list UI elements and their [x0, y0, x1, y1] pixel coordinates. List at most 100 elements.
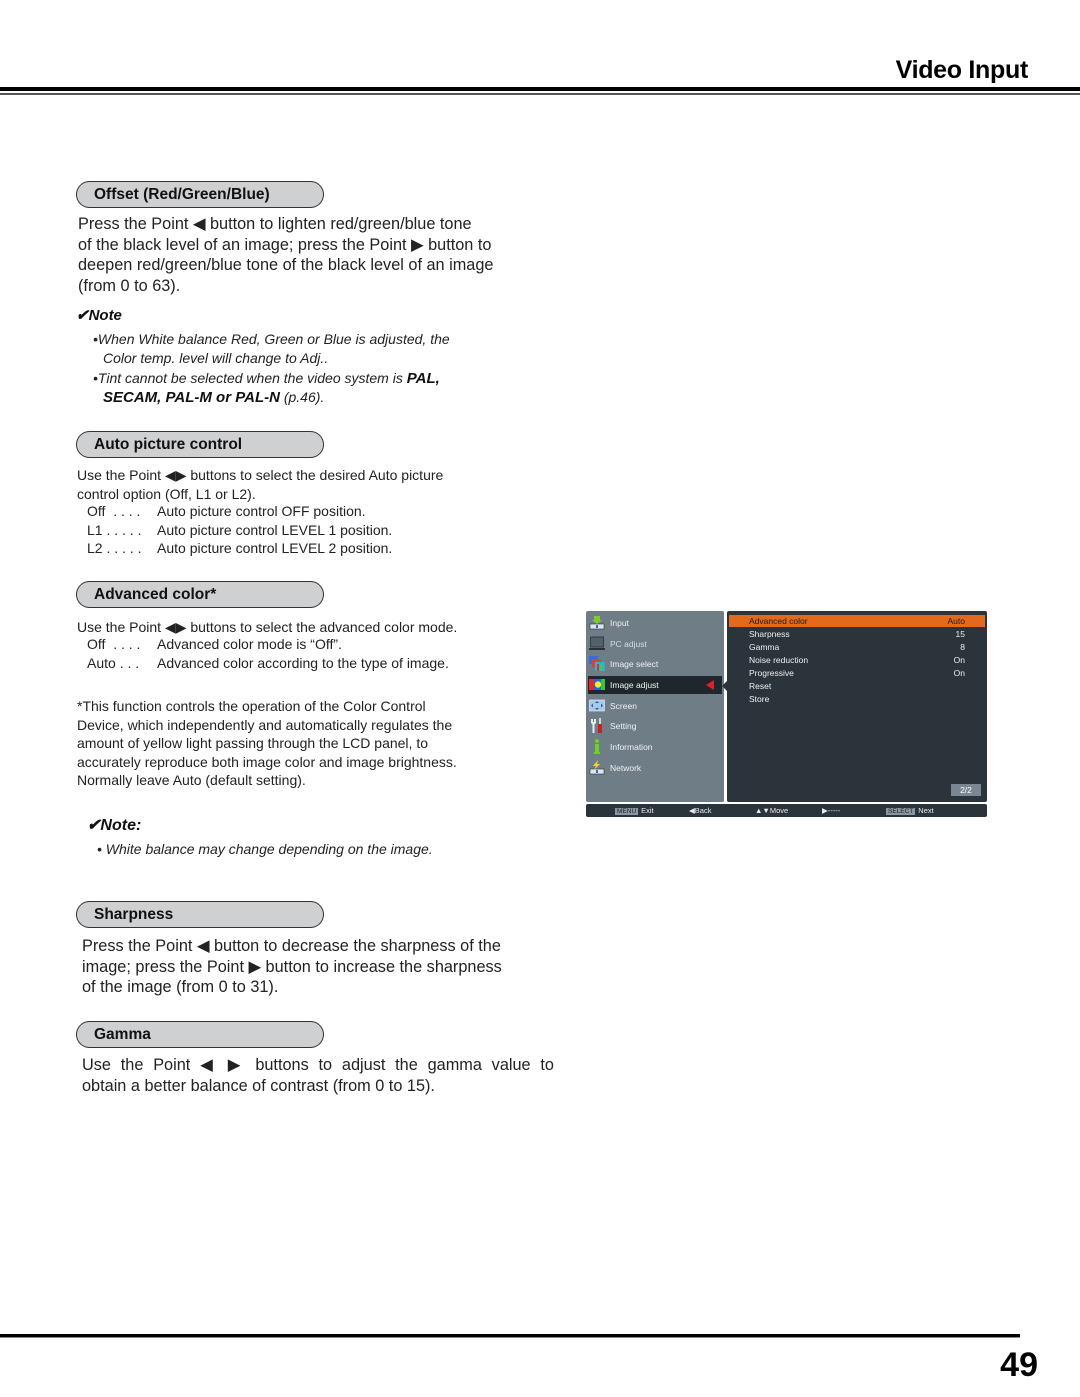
- osd-setting-advanced-color[interactable]: Advanced color Auto: [729, 615, 985, 627]
- osd-menu-label: Screen: [610, 701, 637, 711]
- note-label: ✔Note: [76, 307, 122, 324]
- menu-key-tag: MENU: [615, 808, 639, 815]
- note-item: • White balance may change depending on …: [97, 841, 433, 857]
- image-adjust-icon: [589, 679, 605, 690]
- section-heading-label: Sharpness: [94, 906, 174, 923]
- section-heading-label: Advanced color*: [94, 586, 217, 603]
- note-bold: PAL,: [406, 370, 440, 387]
- option-desc: Advanced color mode is “Off”.: [157, 636, 342, 652]
- osd-menu-item-image-adjust[interactable]: Image adjust: [588, 676, 722, 694]
- information-icon: [594, 739, 600, 754]
- osd-back-hint: ◀Back: [689, 806, 712, 815]
- footer-rule: [0, 1334, 1020, 1338]
- auto-picture-body: Use the Point ◀▶ buttons to select the d…: [77, 466, 443, 503]
- setting-name: Sharpness: [749, 629, 790, 639]
- section-heading-offset: Offset (Red/Green/Blue): [76, 181, 324, 208]
- osd-menu-item-image-select[interactable]: Image select: [588, 655, 722, 673]
- note-text: •Tint cannot be selected when the video …: [93, 370, 407, 386]
- osd-setting-noise-reduction[interactable]: Noise reduction On: [729, 654, 985, 666]
- osd-menu-label: Information: [610, 742, 653, 752]
- option-desc: Advanced color according to the type of …: [157, 655, 449, 671]
- osd-menu-label: Image adjust: [610, 680, 659, 690]
- section-heading-label: Auto picture control: [94, 436, 243, 453]
- option-desc: Auto picture control LEVEL 1 position.: [157, 522, 393, 538]
- osd-exit-hint: MENU Exit: [615, 806, 654, 815]
- note-bold: or: [211, 389, 236, 406]
- osd-main-menu: Input PC adjust Image select Image adjus…: [586, 611, 724, 802]
- setting-name: Store: [749, 694, 770, 704]
- osd-menu-item-pc-adjust[interactable]: PC adjust: [588, 635, 722, 653]
- option-desc: Auto picture control LEVEL 2 position.: [157, 540, 393, 556]
- setting-name: Gamma: [749, 642, 780, 652]
- gamma-body: Use the Point ◀ ▶ buttons to adjust the …: [82, 1055, 554, 1096]
- sharpness-body: Press the Point ◀ button to decrease the…: [82, 936, 502, 998]
- input-icon: [589, 616, 605, 630]
- page-reference: (p.46).: [279, 389, 325, 405]
- advanced-color-body: Use the Point ◀▶ buttons to select the a…: [77, 619, 458, 635]
- osd-menu-label: Image select: [610, 659, 659, 669]
- body-line: control option (Off, L1 or L2).: [77, 485, 256, 502]
- osd-move-hint: ▲▼Move: [755, 806, 789, 815]
- body-line: obtain a better balance of contrast (fro…: [82, 1076, 435, 1095]
- section-heading-gamma: Gamma: [76, 1021, 324, 1048]
- note-bold: SECAM, PAL-M: [103, 389, 212, 406]
- osd-menu-item-screen[interactable]: Screen: [588, 697, 722, 715]
- option-row: L1 . . . . . Auto picture control LEVEL 1…: [87, 522, 392, 538]
- setting-name: Noise reduction: [749, 655, 809, 665]
- image-select-icon: [589, 656, 605, 671]
- osd-setting-sharpness[interactable]: Sharpness 15: [729, 628, 985, 640]
- body-line: Press the Point ◀ button to lighten red/…: [78, 215, 472, 233]
- header-rule-thin: [0, 93, 1080, 95]
- advanced-color-footnote: *This function controls the operation of…: [77, 697, 457, 790]
- osd-setting-reset[interactable]: Reset: [729, 680, 985, 692]
- offset-body: Press the Point ◀ button to lighten red/…: [78, 214, 493, 296]
- setting-value: 15: [955, 629, 965, 639]
- body-line: (from 0 to 63).: [78, 276, 181, 295]
- osd-submenu: Advanced color Auto Sharpness 15 Gamma 8 No…: [727, 611, 987, 802]
- osd-menu-label: PC adjust: [610, 639, 647, 649]
- option-key: Off . . . .: [87, 503, 141, 519]
- exit-label: Exit: [641, 806, 654, 815]
- note-line: Color temp. level will change to Adj..: [103, 350, 329, 366]
- body-line: Use the Point ◀ ▶ buttons to adjust the …: [82, 1056, 554, 1074]
- page-title: Video Input: [895, 56, 1029, 84]
- option-key: L2 . . . . .: [87, 540, 142, 556]
- footnote-line: Normally leave Auto (default setting).: [77, 772, 306, 788]
- note-bold: PAL-N: [235, 389, 280, 406]
- osd-select-hint: SELECT Next: [886, 806, 934, 815]
- osd-menu-label: Setting: [610, 721, 637, 731]
- body-line: of the image (from 0 to 31).: [82, 978, 279, 996]
- osd-menu-item-setting[interactable]: Setting: [588, 717, 722, 735]
- option-key: L1 . . . . .: [87, 522, 142, 538]
- osd-setting-gamma[interactable]: Gamma 8: [729, 641, 985, 653]
- option-key: Auto . . .: [87, 655, 140, 671]
- osd-menu-item-input[interactable]: Input: [588, 614, 722, 632]
- option-row: L2 . . . . . Auto picture control LEVEL 2…: [87, 540, 392, 556]
- screen-icon: [589, 699, 605, 712]
- note-item: •When White balance Red, Green or Blue i…: [93, 330, 450, 368]
- option-key: Off . . . .: [87, 636, 141, 652]
- body-line: of the black level of an image; press th…: [78, 235, 492, 254]
- section-heading-label: Gamma: [94, 1026, 151, 1043]
- setting-value: On: [953, 668, 965, 678]
- option-row: Auto . . . Advanced color according to th…: [87, 655, 449, 671]
- body-line: Press the Point ◀ button to decrease the…: [82, 937, 501, 955]
- body-line: deepen red/green/blue tone of the black …: [78, 256, 494, 274]
- pc-adjust-icon: [589, 636, 605, 650]
- network-icon: [589, 760, 605, 775]
- osd-menu-label: Network: [610, 763, 642, 773]
- body-line: image; press the Point ▶ button to incre…: [82, 957, 502, 976]
- page-number: 49: [1000, 1346, 1038, 1384]
- section-heading-auto-picture: Auto picture control: [76, 431, 324, 458]
- osd-menu-item-information[interactable]: Information: [588, 738, 722, 756]
- note-label: ✔Note:: [87, 817, 142, 834]
- osd-bottom-bar: MENU Exit ◀Back ▲▼Move ▶----- SELECT Next: [586, 804, 987, 817]
- osd-page-indicator: 2/2: [951, 784, 981, 796]
- footnote-line: amount of yellow light passing through t…: [77, 735, 428, 751]
- footnote-line: accurately reproduce both image color an…: [77, 753, 457, 770]
- osd-next-arrow-hint: ▶-----: [822, 806, 841, 815]
- osd-setting-store[interactable]: Store: [729, 693, 985, 705]
- osd-setting-progressive[interactable]: Progressive On: [729, 667, 985, 679]
- footnote-line: *This function controls the operation of…: [77, 698, 426, 714]
- osd-menu-item-network[interactable]: Network: [588, 759, 722, 777]
